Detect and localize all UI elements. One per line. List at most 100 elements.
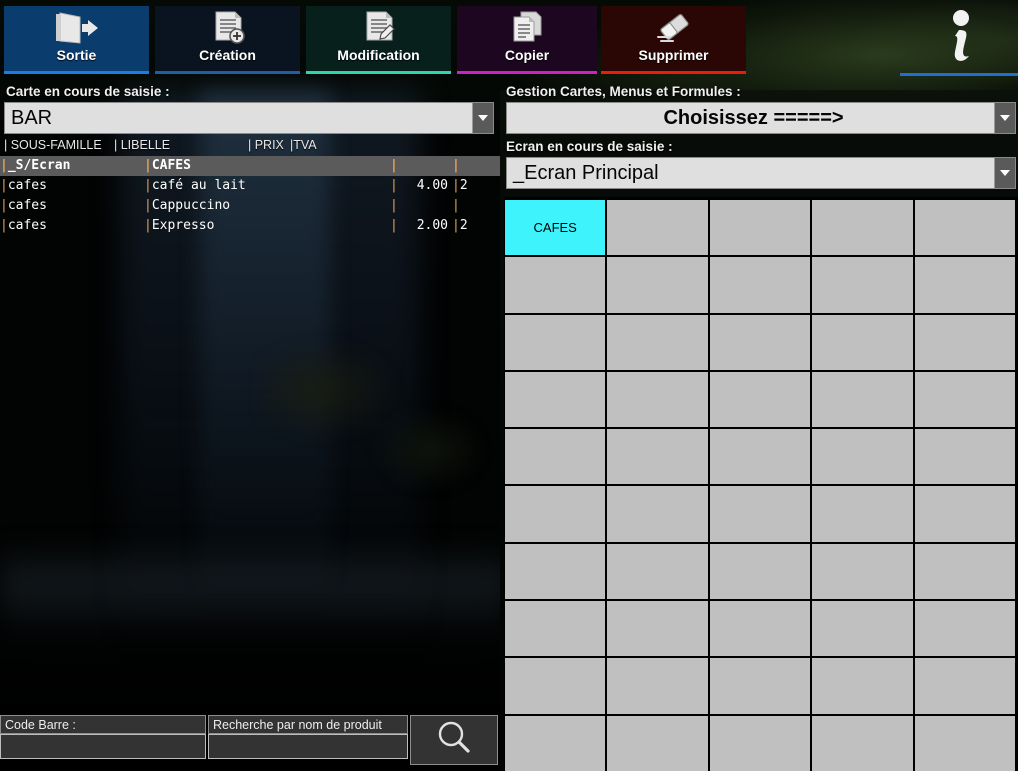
sortie-button[interactable]: Sortie [4, 6, 149, 74]
screen-button-empty[interactable] [505, 601, 606, 657]
cell-separator: | [0, 218, 8, 233]
screen-button-empty[interactable] [607, 371, 708, 428]
info-icon [900, 6, 1018, 68]
screen-button-empty[interactable] [709, 200, 811, 256]
chevron-down-icon[interactable] [994, 158, 1015, 188]
screen-button-empty[interactable] [505, 715, 606, 771]
table-row[interactable]: |cafes |Cappuccino | | [0, 196, 500, 216]
chevron-down-icon[interactable] [472, 103, 493, 133]
screen-button-empty[interactable] [812, 658, 913, 714]
gestion-combobox[interactable]: Choisissez =====> [506, 102, 1016, 134]
table-row[interactable]: |_S/Ecran |CAFES | | [0, 156, 500, 176]
info-button[interactable] [900, 4, 1018, 76]
copier-underline [457, 71, 597, 74]
cell-separator: | [0, 198, 8, 213]
screen-button-empty[interactable] [914, 715, 1015, 771]
modification-button[interactable]: Modification [306, 6, 451, 74]
screen-button-empty[interactable] [812, 257, 913, 313]
cell-prix: | 4.00 [390, 176, 452, 196]
creation-label: Création [199, 47, 256, 63]
copier-label: Copier [504, 47, 550, 63]
screen-button-empty[interactable] [812, 314, 913, 370]
screen-button-empty[interactable] [505, 486, 606, 542]
screen-button-empty[interactable] [607, 257, 708, 313]
cell-separator: | [390, 218, 398, 233]
screen-button-empty[interactable] [812, 371, 913, 428]
carte-combobox[interactable]: BAR [4, 102, 494, 134]
screen-button-empty[interactable] [709, 658, 811, 714]
screen-button-empty[interactable] [914, 257, 1015, 313]
screen-button-empty[interactable] [812, 429, 913, 485]
screen-button-empty[interactable] [812, 486, 913, 542]
screen-button-empty[interactable] [607, 314, 708, 370]
cell-libelle: |café au lait [144, 178, 246, 193]
creation-button[interactable]: Création [155, 6, 300, 74]
screen-button-empty[interactable] [812, 601, 913, 657]
cell-tva: |2 [452, 218, 468, 233]
screen-button-empty[interactable] [914, 371, 1015, 428]
barcode-input[interactable] [0, 734, 206, 759]
screen-button-empty[interactable] [505, 658, 606, 714]
cell-libelle: |Cappuccino [144, 198, 231, 213]
screen-button-active[interactable]: CAFES [505, 200, 606, 256]
screen-button-empty[interactable] [812, 543, 913, 600]
cell-libelle: |Expresso [144, 218, 215, 233]
screen-button-empty[interactable] [607, 715, 708, 771]
screen-button-empty[interactable] [709, 715, 811, 771]
application-window: Sortie Création Modification Copier Supp… [0, 0, 1018, 771]
screen-button-empty[interactable] [709, 601, 811, 657]
creation-underline [155, 71, 300, 74]
screen-button-empty[interactable] [709, 314, 811, 370]
screen-button-empty[interactable] [505, 314, 606, 370]
screen-button-empty[interactable] [607, 543, 708, 600]
screen-button-empty[interactable] [505, 371, 606, 428]
product-name-input[interactable] [208, 734, 408, 759]
modification-underline [306, 71, 451, 74]
screen-button-empty[interactable] [914, 658, 1015, 714]
screen-button-empty[interactable] [505, 543, 606, 600]
screen-button-empty[interactable] [709, 543, 811, 600]
ecran-combobox[interactable]: _Ecran Principal [506, 157, 1016, 189]
gestion-combobox-value: Choisissez =====> [663, 106, 844, 129]
product-list-header: | SOUS-FAMILLE | LIBELLE | PRIX |TVA [0, 134, 500, 155]
product-list[interactable]: |_S/Ecran |CAFES | | |cafes |café au lait | 4.0… [0, 156, 500, 676]
info-underline [900, 73, 1018, 76]
screen-button-empty[interactable] [914, 486, 1015, 542]
ecran-label: Ecran en cours de saisie : [506, 139, 673, 154]
table-row[interactable]: |cafes |café au lait | 4.00 |2 [0, 176, 500, 196]
table-row[interactable]: |cafes |Expresso | 2.00 |2 [0, 216, 500, 236]
screen-button-empty[interactable] [505, 257, 606, 313]
cell-separator: | [452, 218, 460, 233]
screen-button-empty[interactable] [709, 429, 811, 485]
cell-separator: | [390, 198, 398, 213]
eraser-icon [652, 8, 696, 48]
search-bar: Code Barre : Recherche par nom de produi… [0, 715, 500, 765]
chevron-down-icon[interactable] [994, 103, 1015, 133]
column-sous-famille: | SOUS-FAMILLE [4, 138, 102, 152]
screen-button-empty[interactable] [914, 314, 1015, 370]
screen-button-empty[interactable] [914, 429, 1015, 485]
exit-door-icon [54, 8, 100, 48]
sortie-underline [4, 71, 149, 74]
screen-button-empty[interactable] [607, 200, 708, 256]
screen-button-empty[interactable] [914, 543, 1015, 600]
screen-button-empty[interactable] [914, 200, 1015, 256]
cell-sous-famille: |_S/Ecran [0, 158, 71, 173]
screen-button-empty[interactable] [607, 658, 708, 714]
screen-button-empty[interactable] [709, 486, 811, 542]
screen-button-empty[interactable] [812, 200, 913, 256]
screen-button-empty[interactable] [812, 715, 913, 771]
column-tva: |TVA [290, 138, 317, 152]
copier-button[interactable]: Copier [457, 6, 597, 74]
screen-button-empty[interactable] [914, 601, 1015, 657]
cell-separator: | [390, 158, 398, 173]
screen-button-empty[interactable] [607, 429, 708, 485]
screen-button-empty[interactable] [709, 257, 811, 313]
screen-button-empty[interactable] [709, 371, 811, 428]
screen-button-empty[interactable] [607, 601, 708, 657]
cell-tva: | [452, 196, 476, 216]
screen-button-empty[interactable] [505, 429, 606, 485]
search-button[interactable] [410, 715, 498, 765]
screen-button-empty[interactable] [607, 486, 708, 542]
supprimer-button[interactable]: Supprimer [601, 6, 746, 74]
